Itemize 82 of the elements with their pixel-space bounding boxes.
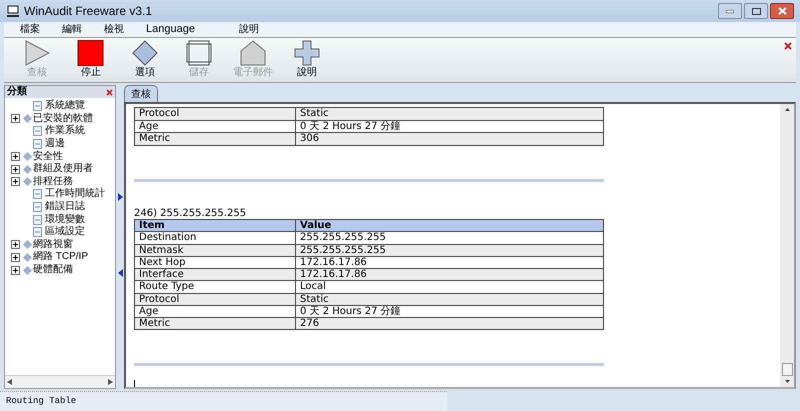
scroll-thumb[interactable] [782,363,792,376]
column-header: Value [299,220,332,231]
table-cell-text: 276 [299,318,320,330]
house-icon [239,40,267,66]
tree-item[interactable]: 網路視窗 [33,240,73,250]
right-arrow-icon [108,379,113,385]
table-cell: Metric [135,318,296,330]
page-icon [33,139,42,150]
page-icon [33,202,42,212]
column-header: Item [135,220,296,231]
toolbar-button[interactable]: 選項 [118,40,172,78]
expand-icon[interactable] [10,266,20,275]
tree-item[interactable]: 週邊 [45,139,65,150]
menu-item[interactable]: Language [146,21,195,38]
window-title: WinAudit Freeware v3.1 [24,3,152,20]
page-icon [33,101,42,112]
tree-item[interactable]: 硬體配備 [33,265,73,276]
maximize-button[interactable] [744,3,768,19]
expand-icon[interactable] [10,114,20,124]
table-cell-text: 255.255.255.255 [299,232,386,244]
toolbar-button[interactable]: 停止 [64,40,118,78]
play-icon [23,40,51,66]
table-cell-text: Local [299,281,326,292]
close-button[interactable] [770,3,794,19]
tree-item[interactable]: 排程任務 [33,176,73,187]
tree-item[interactable]: 安全性 [33,152,63,162]
diamond-icon [131,40,159,66]
tree-item[interactable]: 作業系統 [45,126,85,136]
page-icon [33,126,42,136]
table-cell-text: 255.255.255.255 [299,244,386,256]
table-cell-text: 0 天 2 Hours 27 分鐘 [299,306,401,317]
right-arrow-icon[interactable] [118,193,122,201]
table-cell-text: 306 [299,133,320,145]
menu-item[interactable]: 檔案 [20,22,40,37]
minimize-button[interactable] [718,3,742,19]
down-arrow-icon [784,380,790,383]
expand-icon[interactable] [10,164,20,174]
minimize-icon [726,10,734,12]
table-cell: Metric [135,133,296,145]
up-arrow-icon [784,108,790,111]
tree-item[interactable]: 群組及使用者 [33,164,93,174]
table-cell-text: 172.16.17.86 [299,256,367,268]
menu-item[interactable]: 說明 [238,22,259,37]
expand-icon[interactable] [10,240,20,250]
tree-item[interactable]: 系統總覽 [45,101,85,112]
table-cell-text: Static [299,294,329,305]
section-title: 246) 255.255.255.255 [134,208,248,219]
close-icon[interactable] [784,42,792,50]
computer-icon [6,4,20,18]
tree-item[interactable]: 環境變數 [45,214,85,225]
tree-item[interactable]: 已安裝的軟體 [33,114,93,124]
table-cell-text: Static [299,108,329,120]
menu-item[interactable]: 編輯 [62,22,82,37]
left-arrow-icon[interactable] [118,269,122,277]
horizontal-scrollbar[interactable] [5,375,115,388]
maximize-icon [752,8,760,14]
tab[interactable]: 查核 [124,85,158,102]
text-cursor [134,380,135,387]
table-cell-text: 172.16.17.86 [299,269,367,280]
vertical-scrollbar[interactable] [780,104,794,387]
plus-icon [293,40,321,66]
toolbar-button[interactable]: 說明 [280,40,334,78]
tree-item[interactable]: 網路 TCP/IP [33,252,88,262]
diamond-icon [22,114,32,124]
stop-icon [77,40,105,66]
expand-icon[interactable] [10,152,20,162]
squares-icon [185,40,213,66]
left-arrow-icon [7,379,12,385]
page-icon [33,227,42,238]
close-icon[interactable] [106,88,113,96]
table-cell-text: 0 天 2 Hours 27 分鐘 [299,121,401,132]
status-text: Routing Table [6,394,76,408]
tree-item[interactable]: 區域設定 [45,227,85,238]
expand-icon[interactable] [10,177,20,186]
tree-item[interactable]: 工作時間統計 [45,189,105,200]
page-icon [33,189,42,200]
menu-item[interactable]: 檢視 [104,22,124,37]
tree-item[interactable]: 錯誤日誌 [45,202,85,212]
sidebar-title: 分類 [7,87,27,97]
page-icon [33,214,42,225]
close-icon [778,7,786,15]
expand-icon[interactable] [10,252,20,262]
